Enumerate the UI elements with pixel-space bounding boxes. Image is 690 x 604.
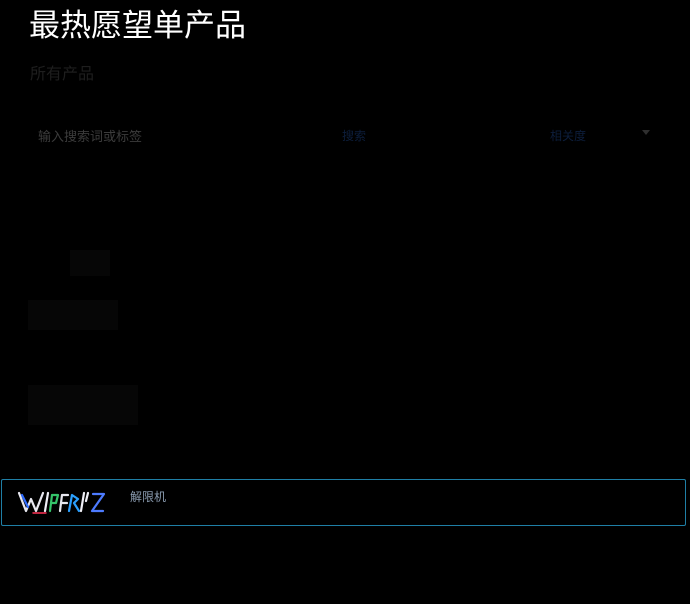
page-subtitle: 所有产品 [30, 64, 95, 83]
page-title: 最热愿望单产品 [29, 8, 246, 44]
mecha-break-logo-icon [17, 491, 106, 514]
dimmed-content-block [70, 250, 110, 276]
wishlist-page: 最热愿望单产品 所有产品 搜索 相关度 解限机 [0, 0, 690, 604]
search-button[interactable]: 搜索 [342, 127, 366, 144]
chevron-down-icon [642, 130, 650, 135]
search-input[interactable] [28, 120, 328, 154]
search-bar: 搜索 相关度 [28, 120, 662, 154]
dimmed-content-block [28, 385, 138, 425]
dimmed-content-block [28, 300, 118, 330]
sort-dropdown[interactable]: 相关度 [550, 127, 660, 147]
product-list-item[interactable]: 解限机 [1, 479, 686, 526]
product-name: 解限机 [130, 490, 167, 504]
sort-dropdown-value: 相关度 [550, 129, 587, 143]
